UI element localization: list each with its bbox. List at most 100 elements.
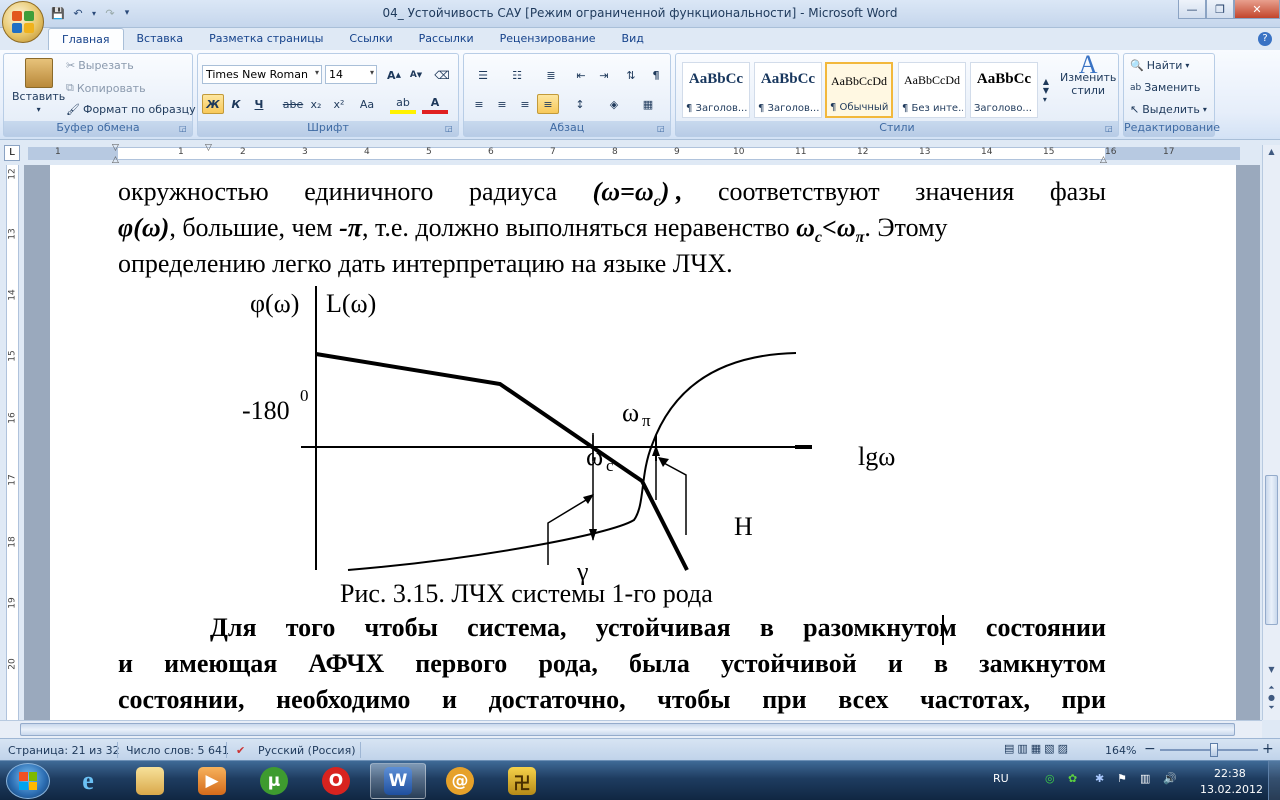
style-title[interactable]: AaBbCc Заголово... [970, 62, 1038, 118]
replace-button[interactable]: ab Заменить [1130, 81, 1200, 94]
decrease-indent-icon[interactable]: ⇤ [570, 65, 592, 85]
zoom-slider-thumb[interactable] [1210, 743, 1218, 757]
tab-selector[interactable]: L [4, 145, 20, 161]
align-center-icon[interactable]: ≡ [491, 94, 513, 114]
underline-button[interactable]: Ч [248, 94, 270, 114]
volume-icon[interactable]: 🔊 [1163, 772, 1177, 785]
taskbar-ie[interactable]: e [60, 763, 116, 799]
restore-button[interactable]: ❐ [1206, 0, 1234, 19]
strikethrough-button[interactable]: abe [282, 94, 304, 114]
start-button[interactable] [6, 763, 50, 799]
zoom-out-button[interactable]: − [1144, 741, 1156, 757]
align-left-icon[interactable]: ≡ [468, 94, 490, 114]
paragraph-launcher-icon[interactable]: ◲ [657, 124, 667, 134]
select-button[interactable]: ↖ Выделить ▾ [1130, 103, 1207, 116]
minimize-button[interactable]: — [1178, 0, 1206, 19]
change-case-button[interactable]: Aa [353, 94, 381, 114]
font-family-combo[interactable]: Times New Roman ▾ [202, 65, 322, 84]
vertical-scrollbar[interactable]: ▲ ▼ ⏶ ● ⏷ [1262, 145, 1280, 720]
bold-button[interactable]: Ж [202, 94, 224, 114]
network-icon[interactable]: ▥ [1140, 772, 1150, 785]
copy-button[interactable]: ⧉ Копировать [66, 81, 146, 95]
multilevel-list-icon[interactable]: ≣ [536, 65, 566, 85]
scroll-down-icon[interactable]: ▼ [1265, 665, 1278, 679]
grow-font-button[interactable]: A ▲ [383, 65, 405, 85]
tab-references[interactable]: Ссылки [336, 28, 405, 50]
shrink-font-button[interactable]: A ▼ [405, 65, 427, 85]
italic-button[interactable]: К [225, 94, 247, 114]
superscript-button[interactable]: x² [328, 94, 350, 114]
change-styles-button[interactable]: A Изменить стили [1060, 52, 1116, 98]
cut-button[interactable]: ✂ Вырезать [66, 59, 134, 72]
find-button[interactable]: 🔍 Найти ▾ [1130, 59, 1189, 72]
clear-format-icon[interactable]: ⌫ [431, 65, 453, 85]
scroll-thumb[interactable] [1265, 475, 1278, 625]
clock-date[interactable]: 13.02.2012 [1200, 783, 1263, 796]
font-size-combo[interactable]: 14 ▾ [325, 65, 377, 84]
styles-launcher-icon[interactable]: ◲ [1105, 124, 1115, 134]
left-indent-marker[interactable]: △ [112, 155, 119, 165]
tab-insert[interactable]: Вставка [124, 28, 197, 50]
taskbar-media[interactable]: ▶ [184, 763, 240, 799]
font-launcher-icon[interactable]: ◲ [445, 124, 455, 134]
page-indicator[interactable]: Страница: 21 из 32 [8, 744, 120, 757]
align-right-icon[interactable]: ≡ [514, 94, 536, 114]
scroll-up-icon[interactable]: ▲ [1265, 147, 1278, 161]
clipboard-launcher-icon[interactable]: ◲ [179, 124, 189, 134]
styles-scroll[interactable]: ▲ ▼ ▾ [1040, 62, 1052, 118]
language-indicator-tray[interactable]: RU [993, 772, 1009, 785]
justify-icon[interactable]: ≡ [537, 94, 559, 114]
help-icon[interactable]: ? [1258, 32, 1272, 46]
tab-view[interactable]: Вид [609, 28, 657, 50]
hanging-marker[interactable]: ▽ [205, 143, 212, 153]
highlight-button[interactable]: ab [390, 94, 416, 114]
zoom-level[interactable]: 164% [1105, 744, 1136, 757]
taskbar-utorrent[interactable]: µ [246, 763, 302, 799]
zoom-in-button[interactable]: + [1262, 741, 1274, 757]
taskbar-opera[interactable]: O [308, 763, 364, 799]
tab-review[interactable]: Рецензирование [487, 28, 609, 50]
tray-icon-1[interactable]: ◎ [1045, 772, 1055, 785]
next-page-icon[interactable]: ⏷ [1265, 703, 1278, 717]
office-button[interactable] [2, 1, 44, 43]
subscript-button[interactable]: x₂ [305, 94, 327, 114]
paste-button[interactable]: Вставить ▾ [12, 58, 65, 114]
increase-indent-icon[interactable]: ⇥ [593, 65, 615, 85]
view-buttons[interactable]: ▤▥▦▧▨ [1004, 742, 1071, 755]
horizontal-scrollbar[interactable] [0, 720, 1262, 738]
tab-page-layout[interactable]: Разметка страницы [196, 28, 336, 50]
bluetooth-icon[interactable]: ✱ [1095, 772, 1104, 785]
document-page[interactable]: окружностью единичного радиуса (ω=ωc) , … [50, 165, 1236, 720]
shading-icon[interactable]: ◈ [600, 94, 628, 114]
numbering-icon[interactable]: ☷ [502, 65, 532, 85]
zoom-slider-track[interactable] [1160, 749, 1258, 751]
line-spacing-icon[interactable]: ↕ [566, 94, 594, 114]
show-marks-button[interactable]: ¶ [645, 65, 667, 85]
close-button[interactable]: ✕ [1234, 0, 1280, 19]
right-indent-marker[interactable]: △ [1100, 155, 1107, 165]
clock-time[interactable]: 22:38 [1214, 767, 1246, 780]
taskbar-mail-agent[interactable]: @ [432, 763, 488, 799]
taskbar-explorer[interactable] [122, 763, 178, 799]
format-painter-button[interactable]: 🖌 Формат по образцу [66, 103, 196, 116]
horizontal-scroll-thumb[interactable] [20, 723, 1235, 736]
language-indicator[interactable]: Русский (Россия) [258, 744, 356, 757]
flag-icon[interactable]: ⚑ [1117, 772, 1127, 785]
style-no-spacing[interactable]: AaBbCcDd ¶ Без инте... [898, 62, 966, 118]
style-normal[interactable]: AaBbCcDd ¶ Обычный [825, 62, 893, 118]
bullets-icon[interactable]: ☰ [468, 65, 498, 85]
taskbar-word[interactable]: W [370, 763, 426, 799]
font-color-button[interactable]: A [422, 94, 448, 114]
tab-home[interactable]: Главная [48, 28, 124, 50]
tray-icon-2[interactable]: ✿ [1068, 772, 1077, 785]
proofing-icon[interactable]: ✔ [236, 744, 245, 757]
taskbar-app[interactable]: 卍 [494, 763, 550, 799]
sort-icon[interactable]: ⇅ [620, 65, 642, 85]
tab-mailings[interactable]: Рассылки [406, 28, 487, 50]
word-count[interactable]: Число слов: 5 641 [126, 744, 229, 757]
borders-icon[interactable]: ▦ [634, 94, 662, 114]
first-line-indent-marker[interactable]: ▽ [112, 143, 119, 153]
style-heading2[interactable]: AaBbCc ¶ Заголов... [754, 62, 822, 118]
style-heading1[interactable]: AaBbCc ¶ Заголов... [682, 62, 750, 118]
show-desktop-button[interactable] [1268, 761, 1280, 800]
